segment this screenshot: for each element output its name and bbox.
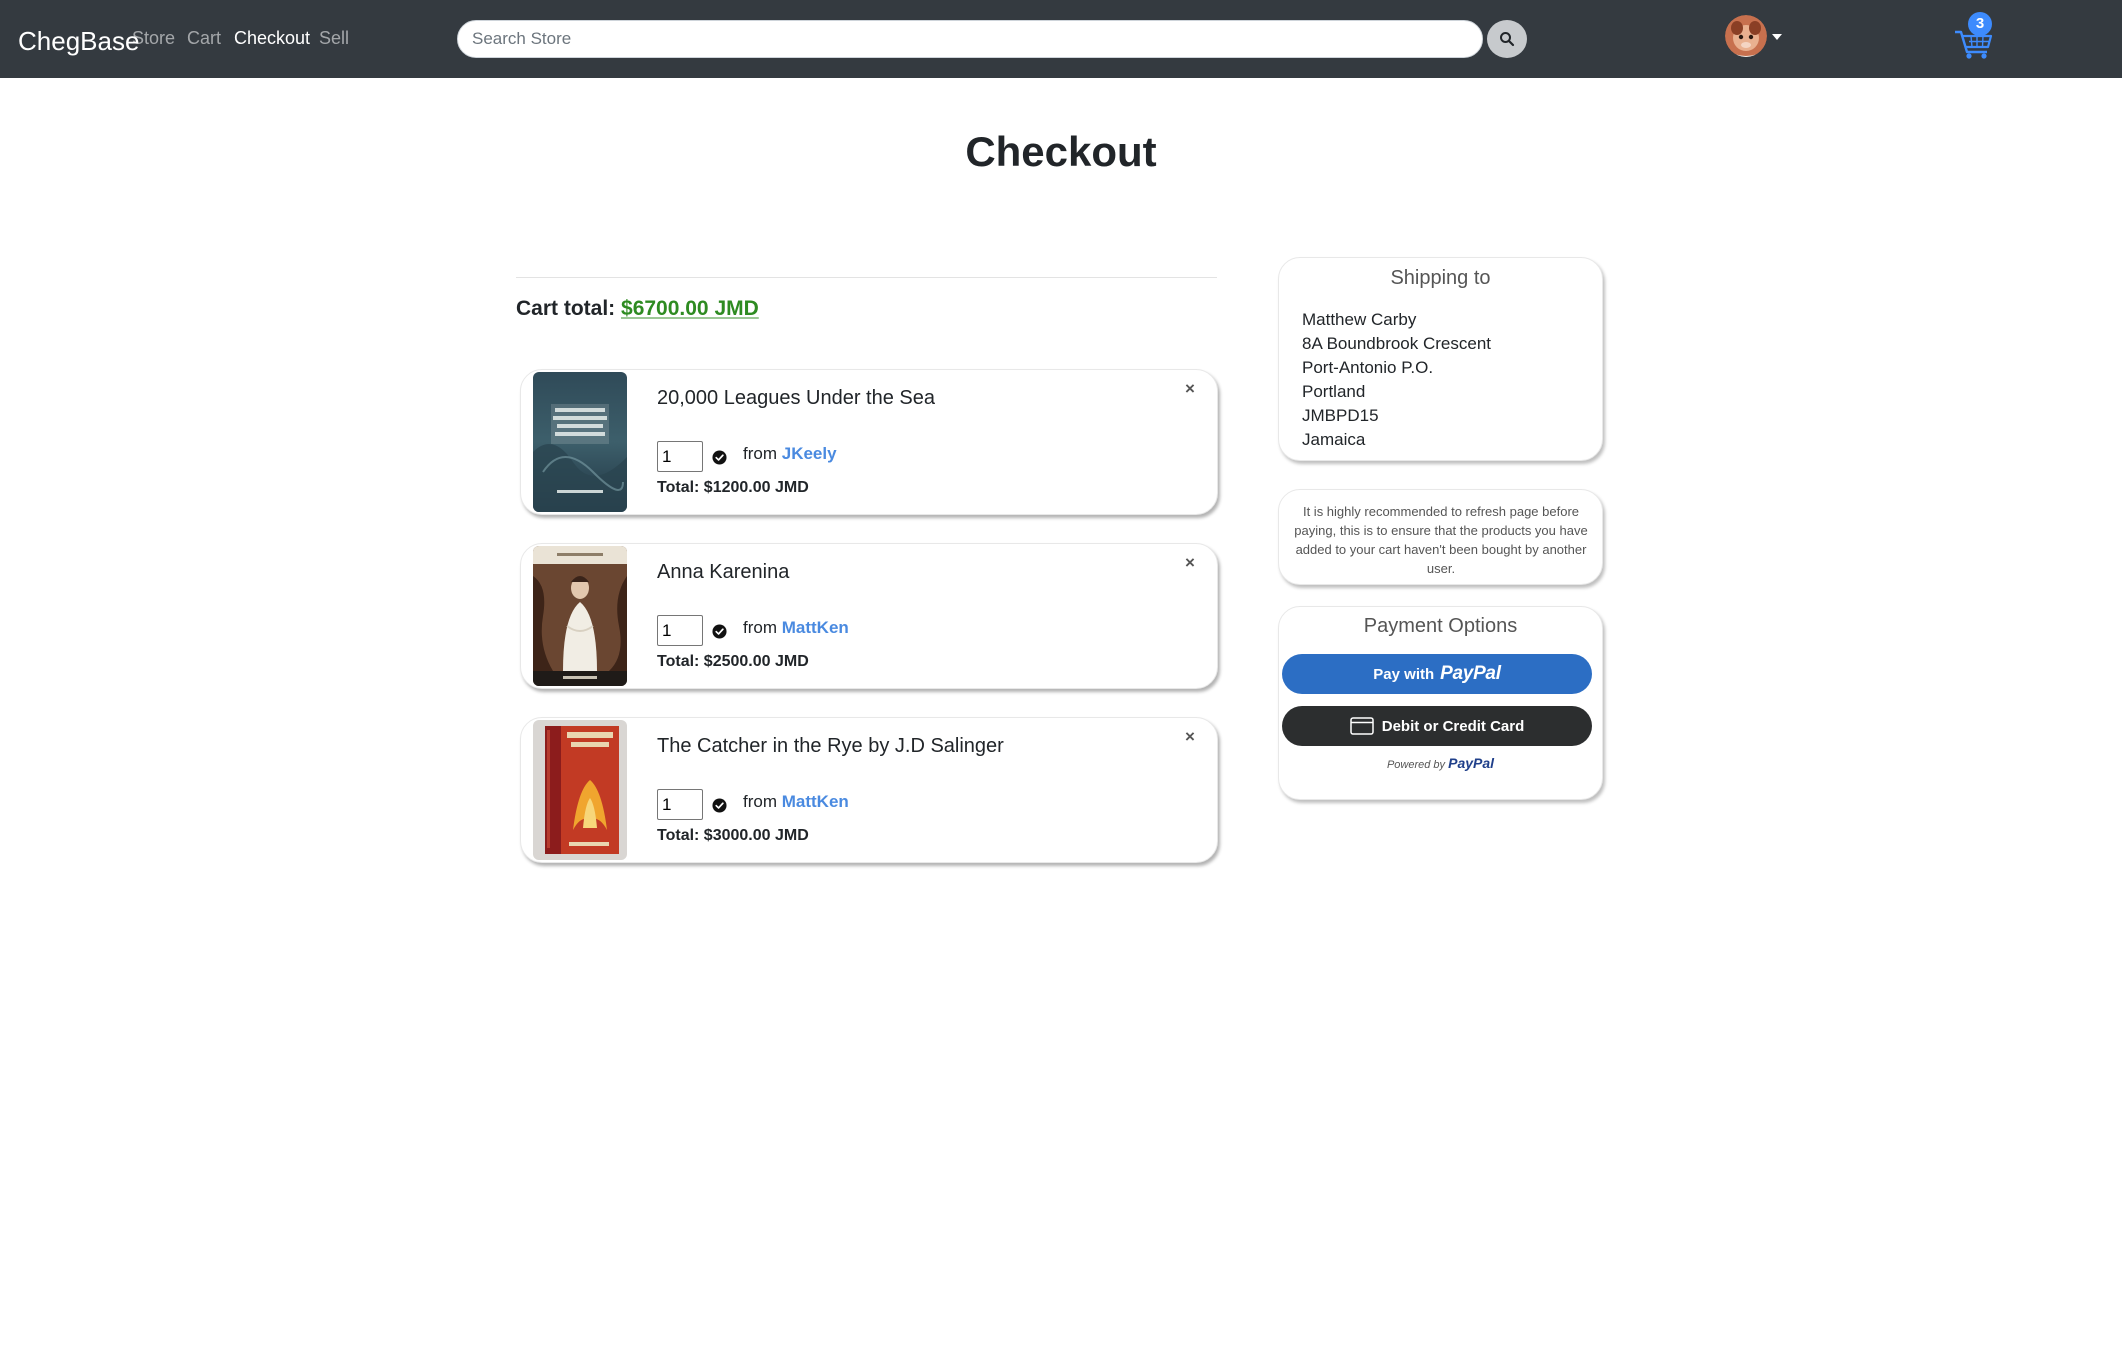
cart-total-value: $6700.00 JMD	[621, 297, 759, 320]
remove-item-button[interactable]: ×	[1185, 553, 1195, 573]
shipping-panel: Shipping to Matthew Carby 8A Boundbrook …	[1278, 257, 1603, 461]
paypal-logo: PayPal	[1440, 663, 1501, 684]
from-label: from	[743, 618, 777, 637]
address-country: Jamaica	[1302, 430, 1366, 449]
search-input[interactable]	[457, 20, 1483, 58]
cart-total: Cart total: $6700.00 JMD	[516, 297, 759, 321]
caret-down-icon[interactable]	[1772, 34, 1782, 40]
paypal-button[interactable]: Pay with PayPal	[1282, 654, 1592, 694]
paypal-mini-logo: PayPal	[1448, 755, 1495, 771]
address-post-office: Port-Antonio P.O.	[1302, 358, 1434, 377]
payment-heading: Payment Options	[1363, 615, 1518, 637]
nav-link-sell[interactable]: Sell	[319, 28, 349, 49]
check-circle-icon[interactable]	[712, 450, 727, 465]
nav-link-cart[interactable]: Cart	[187, 28, 221, 49]
search-icon	[1500, 32, 1515, 47]
seller-info: from JKeely	[743, 444, 837, 464]
card-button-label: Debit or Credit Card	[1381, 717, 1525, 735]
seller-link[interactable]: MattKen	[782, 792, 849, 811]
navbar: ChegBase Store Cart Checkout Sell Search…	[0, 0, 2122, 78]
book-cover-image	[533, 372, 627, 512]
seller-link[interactable]: MattKen	[782, 618, 849, 637]
nav-link-store[interactable]: Store	[132, 28, 175, 49]
divider	[516, 277, 1217, 278]
remove-item-button[interactable]: ×	[1185, 727, 1195, 747]
quantity-input[interactable]	[657, 789, 703, 820]
address-parish: Portland	[1302, 382, 1366, 401]
item-total: Total: $3000.00 JMD	[657, 827, 809, 844]
quantity-input[interactable]	[657, 441, 703, 472]
cart-item: Anna Karenina × from MattKen Total: $250…	[520, 543, 1218, 689]
quantity-input[interactable]	[657, 615, 703, 646]
remove-item-button[interactable]: ×	[1185, 379, 1195, 399]
cart-count-badge: 3	[1968, 12, 1992, 36]
address-name: Matthew Carby	[1302, 310, 1417, 329]
navbar-cart-button[interactable]: 3	[1953, 12, 1995, 60]
cart-item: 20,000 Leagues Under the Sea × from JKee…	[520, 369, 1218, 515]
credit-card-icon	[1349, 717, 1374, 735]
book-cover-image	[533, 546, 627, 686]
powered-by-paypal: Powered by PayPal	[1279, 755, 1602, 771]
brand-logo[interactable]: ChegBase	[18, 26, 139, 57]
item-title[interactable]: Anna Karenina	[657, 561, 789, 584]
search-button[interactable]	[1487, 20, 1527, 58]
item-title[interactable]: The Catcher in the Rye by J.D Salinger	[657, 735, 1004, 758]
cart-item: The Catcher in the Rye by J.D Salinger ×…	[520, 717, 1218, 863]
nav-link-checkout[interactable]: Checkout	[234, 28, 310, 49]
from-label: from	[743, 792, 777, 811]
refresh-notice-panel: It is highly recommended to refresh page…	[1278, 489, 1603, 585]
check-circle-icon[interactable]	[712, 624, 727, 639]
item-total: Total: $2500.00 JMD	[657, 653, 809, 670]
page-title: Checkout	[965, 128, 1157, 175]
item-total: Total: $1200.00 JMD	[657, 479, 809, 496]
from-label: from	[743, 444, 777, 463]
seller-link[interactable]: JKeely	[782, 444, 837, 463]
book-cover-image	[533, 720, 627, 860]
item-title[interactable]: 20,000 Leagues Under the Sea	[657, 387, 935, 410]
refresh-notice-text: It is highly recommended to refresh page…	[1294, 504, 1588, 576]
paypal-button-label: Pay with	[1373, 665, 1435, 683]
shipping-heading: Shipping to	[1390, 267, 1491, 289]
seller-info: from MattKen	[743, 792, 849, 812]
address-street: 8A Boundbrook Crescent	[1302, 334, 1492, 353]
avatar[interactable]	[1725, 15, 1767, 57]
cart-total-label: Cart total:	[516, 297, 616, 320]
seller-info: from MattKen	[743, 618, 849, 638]
check-circle-icon[interactable]	[712, 798, 727, 813]
payment-panel: Payment Options Pay with PayPal Debit or…	[1278, 606, 1603, 800]
powered-by-label: Powered by	[1386, 759, 1446, 771]
debit-credit-card-button[interactable]: Debit or Credit Card	[1282, 706, 1592, 746]
address-postal-code: JMBPD15	[1302, 406, 1379, 425]
